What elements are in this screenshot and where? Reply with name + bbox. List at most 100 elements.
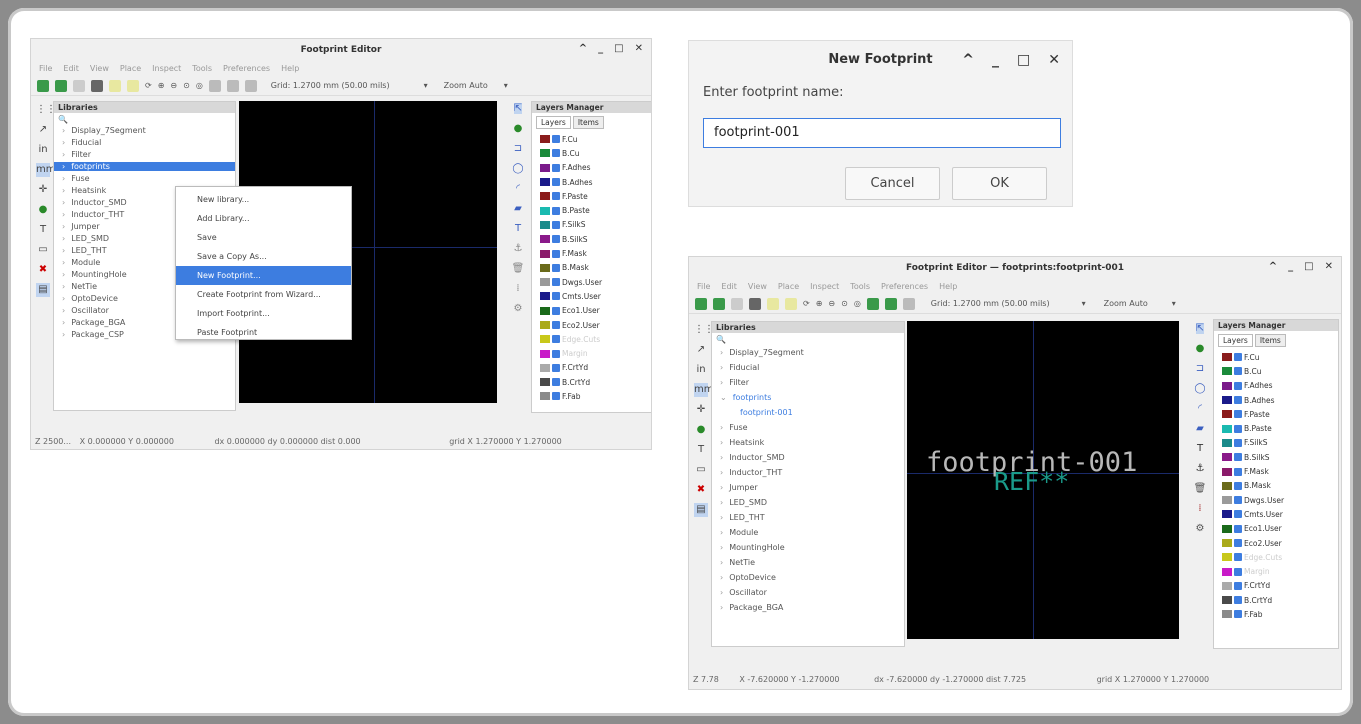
layer-color-swatch[interactable] [540, 321, 550, 329]
collapse-icon[interactable]: _ [1288, 261, 1293, 272]
layer-row[interactable]: F.CrtYd [532, 361, 651, 375]
library-item[interactable]: › Inductor_THT [712, 468, 904, 477]
ok-button[interactable]: OK [952, 167, 1047, 200]
layer-color-swatch[interactable] [1222, 539, 1232, 547]
units-mm-icon[interactable]: mm [36, 163, 55, 177]
layer-visibility-checkbox[interactable] [552, 292, 560, 301]
menu-item-footprint-wizard[interactable]: Create Footprint from Wizard... [176, 285, 351, 304]
layer-visibility-checkbox[interactable] [1234, 539, 1242, 547]
layer-visibility-checkbox[interactable] [552, 306, 560, 315]
layer-color-swatch[interactable] [1222, 581, 1232, 590]
layer-visibility-checkbox[interactable] [552, 335, 560, 344]
library-item[interactable]: › LED_THT [712, 513, 904, 522]
add-circle-icon[interactable]: ◯ [512, 163, 523, 174]
library-item[interactable]: › Fuse [54, 174, 235, 183]
add-circle-icon[interactable]: ◯ [1194, 383, 1205, 394]
menu-item-paste-footprint[interactable]: Paste Footprint [176, 323, 351, 342]
measure-icon[interactable]: ⚙ [1196, 523, 1205, 534]
dialog-maximize-icon[interactable]: □ [1017, 41, 1030, 79]
layer-color-swatch[interactable] [540, 235, 550, 244]
layer-color-swatch[interactable] [1222, 496, 1232, 505]
layer-row[interactable]: F.Mask [1214, 464, 1338, 478]
menu-tools[interactable]: Tools [192, 64, 212, 73]
layer-visibility-checkbox[interactable] [1234, 524, 1242, 533]
array-icon[interactable]: ⁞ [1198, 503, 1201, 514]
layer-row[interactable]: F.SilkS [1214, 436, 1338, 450]
add-text-icon[interactable]: T [1197, 443, 1203, 454]
dialog-collapse-icon[interactable]: _ [992, 41, 999, 79]
delete-icon[interactable]: 🗑 [1194, 483, 1207, 494]
layer-row[interactable]: Cmts.User [532, 289, 651, 303]
polar-icon[interactable]: ↗ [694, 343, 708, 357]
layer-visibility-checkbox[interactable] [1234, 353, 1242, 362]
menu-item-save[interactable]: Save [176, 228, 351, 247]
library-item[interactable]: › Heatsink [712, 438, 904, 447]
library-item[interactable]: › NetTie [712, 558, 904, 567]
layer-visibility-checkbox[interactable] [1234, 581, 1242, 590]
menu-item-save-copy[interactable]: Save a Copy As... [176, 247, 351, 266]
minimize-icon[interactable]: ^ [1269, 261, 1277, 272]
menu-edit[interactable]: Edit [63, 64, 79, 73]
layer-visibility-checkbox[interactable] [552, 192, 560, 201]
layer-row[interactable]: Eco2.User [532, 318, 651, 332]
tab-layers[interactable]: Layers [536, 116, 571, 129]
anchor-icon[interactable]: ⚓ [514, 243, 523, 254]
maximize-icon[interactable]: □ [614, 43, 623, 54]
contrast-icon[interactable]: ✖ [36, 263, 50, 277]
pad-display-icon[interactable]: ● [36, 203, 50, 217]
close-icon[interactable]: ✕ [1325, 261, 1333, 272]
layer-row[interactable]: B.SilkS [1214, 450, 1338, 464]
new-footprint-icon[interactable] [695, 297, 707, 310]
grid-toggle-icon[interactable]: ⋮⋮ [36, 103, 56, 117]
layer-row[interactable]: Dwgs.User [1214, 493, 1338, 507]
zoom-selection-icon[interactable]: ◎ [196, 81, 203, 90]
grid-toggle-icon[interactable]: ⋮⋮ [694, 323, 714, 337]
layer-color-swatch[interactable] [540, 378, 550, 387]
libraries-toggle-icon[interactable]: ▤ [694, 503, 708, 517]
library-item[interactable]: › Jumper [712, 483, 904, 492]
layer-row[interactable]: F.Paste [1214, 407, 1338, 421]
new-footprint-icon[interactable] [37, 79, 49, 92]
maximize-icon[interactable]: □ [1304, 261, 1313, 272]
menu-edit[interactable]: Edit [721, 282, 737, 291]
menu-place[interactable]: Place [778, 282, 799, 291]
pad-icon[interactable] [902, 297, 915, 310]
polar-icon[interactable]: ↗ [36, 123, 50, 137]
menu-file[interactable]: File [697, 282, 710, 291]
minimize-icon[interactable]: ^ [579, 43, 587, 54]
zoom-select[interactable]: Zoom Auto [1104, 299, 1148, 308]
menu-place[interactable]: Place [120, 64, 141, 73]
layer-color-swatch[interactable] [540, 206, 550, 215]
layer-visibility-checkbox[interactable] [552, 349, 560, 358]
layer-color-swatch[interactable] [540, 163, 550, 172]
anchor-icon[interactable]: ⚓ [1196, 463, 1205, 474]
library-item[interactable]: › LED_SMD [712, 498, 904, 507]
library-search-input[interactable]: 🔍 [54, 113, 235, 126]
add-pad-icon[interactable]: ● [1196, 343, 1205, 354]
library-item[interactable]: › Filter [54, 150, 235, 159]
layer-row[interactable]: F.Adhes [1214, 379, 1338, 393]
cursor-icon[interactable]: ✛ [694, 403, 708, 417]
menu-preferences[interactable]: Preferences [223, 64, 270, 73]
layer-visibility-checkbox[interactable] [1234, 396, 1242, 405]
zoom-dropdown-icon[interactable]: ▾ [504, 81, 508, 90]
layer-row[interactable]: F.Fab [1214, 607, 1338, 621]
layer-color-swatch[interactable] [1222, 396, 1232, 405]
layer-color-swatch[interactable] [1222, 381, 1232, 390]
zoom-select[interactable]: Zoom Auto [444, 81, 488, 90]
add-text-icon[interactable]: T [515, 223, 521, 234]
footprint-item-selected[interactable]: footprint-001 [712, 408, 904, 417]
layer-visibility-checkbox[interactable] [1234, 424, 1242, 433]
layer-row[interactable]: Dwgs.User [532, 275, 651, 289]
layer-row[interactable]: Eco2.User [1214, 536, 1338, 550]
layer-visibility-checkbox[interactable] [552, 263, 560, 272]
layer-row[interactable]: Eco1.User [532, 304, 651, 318]
menu-view[interactable]: View [748, 282, 767, 291]
load-footprint-icon[interactable] [55, 79, 67, 92]
checker-icon[interactable] [884, 297, 897, 310]
graphics-display-icon[interactable]: ▭ [36, 243, 50, 257]
undo-icon[interactable] [109, 79, 121, 92]
menu-item-import-footprint[interactable]: Import Footprint... [176, 304, 351, 323]
refresh-icon[interactable]: ⟳ [803, 299, 810, 308]
layer-row[interactable]: Edge.Cuts [1214, 550, 1338, 564]
